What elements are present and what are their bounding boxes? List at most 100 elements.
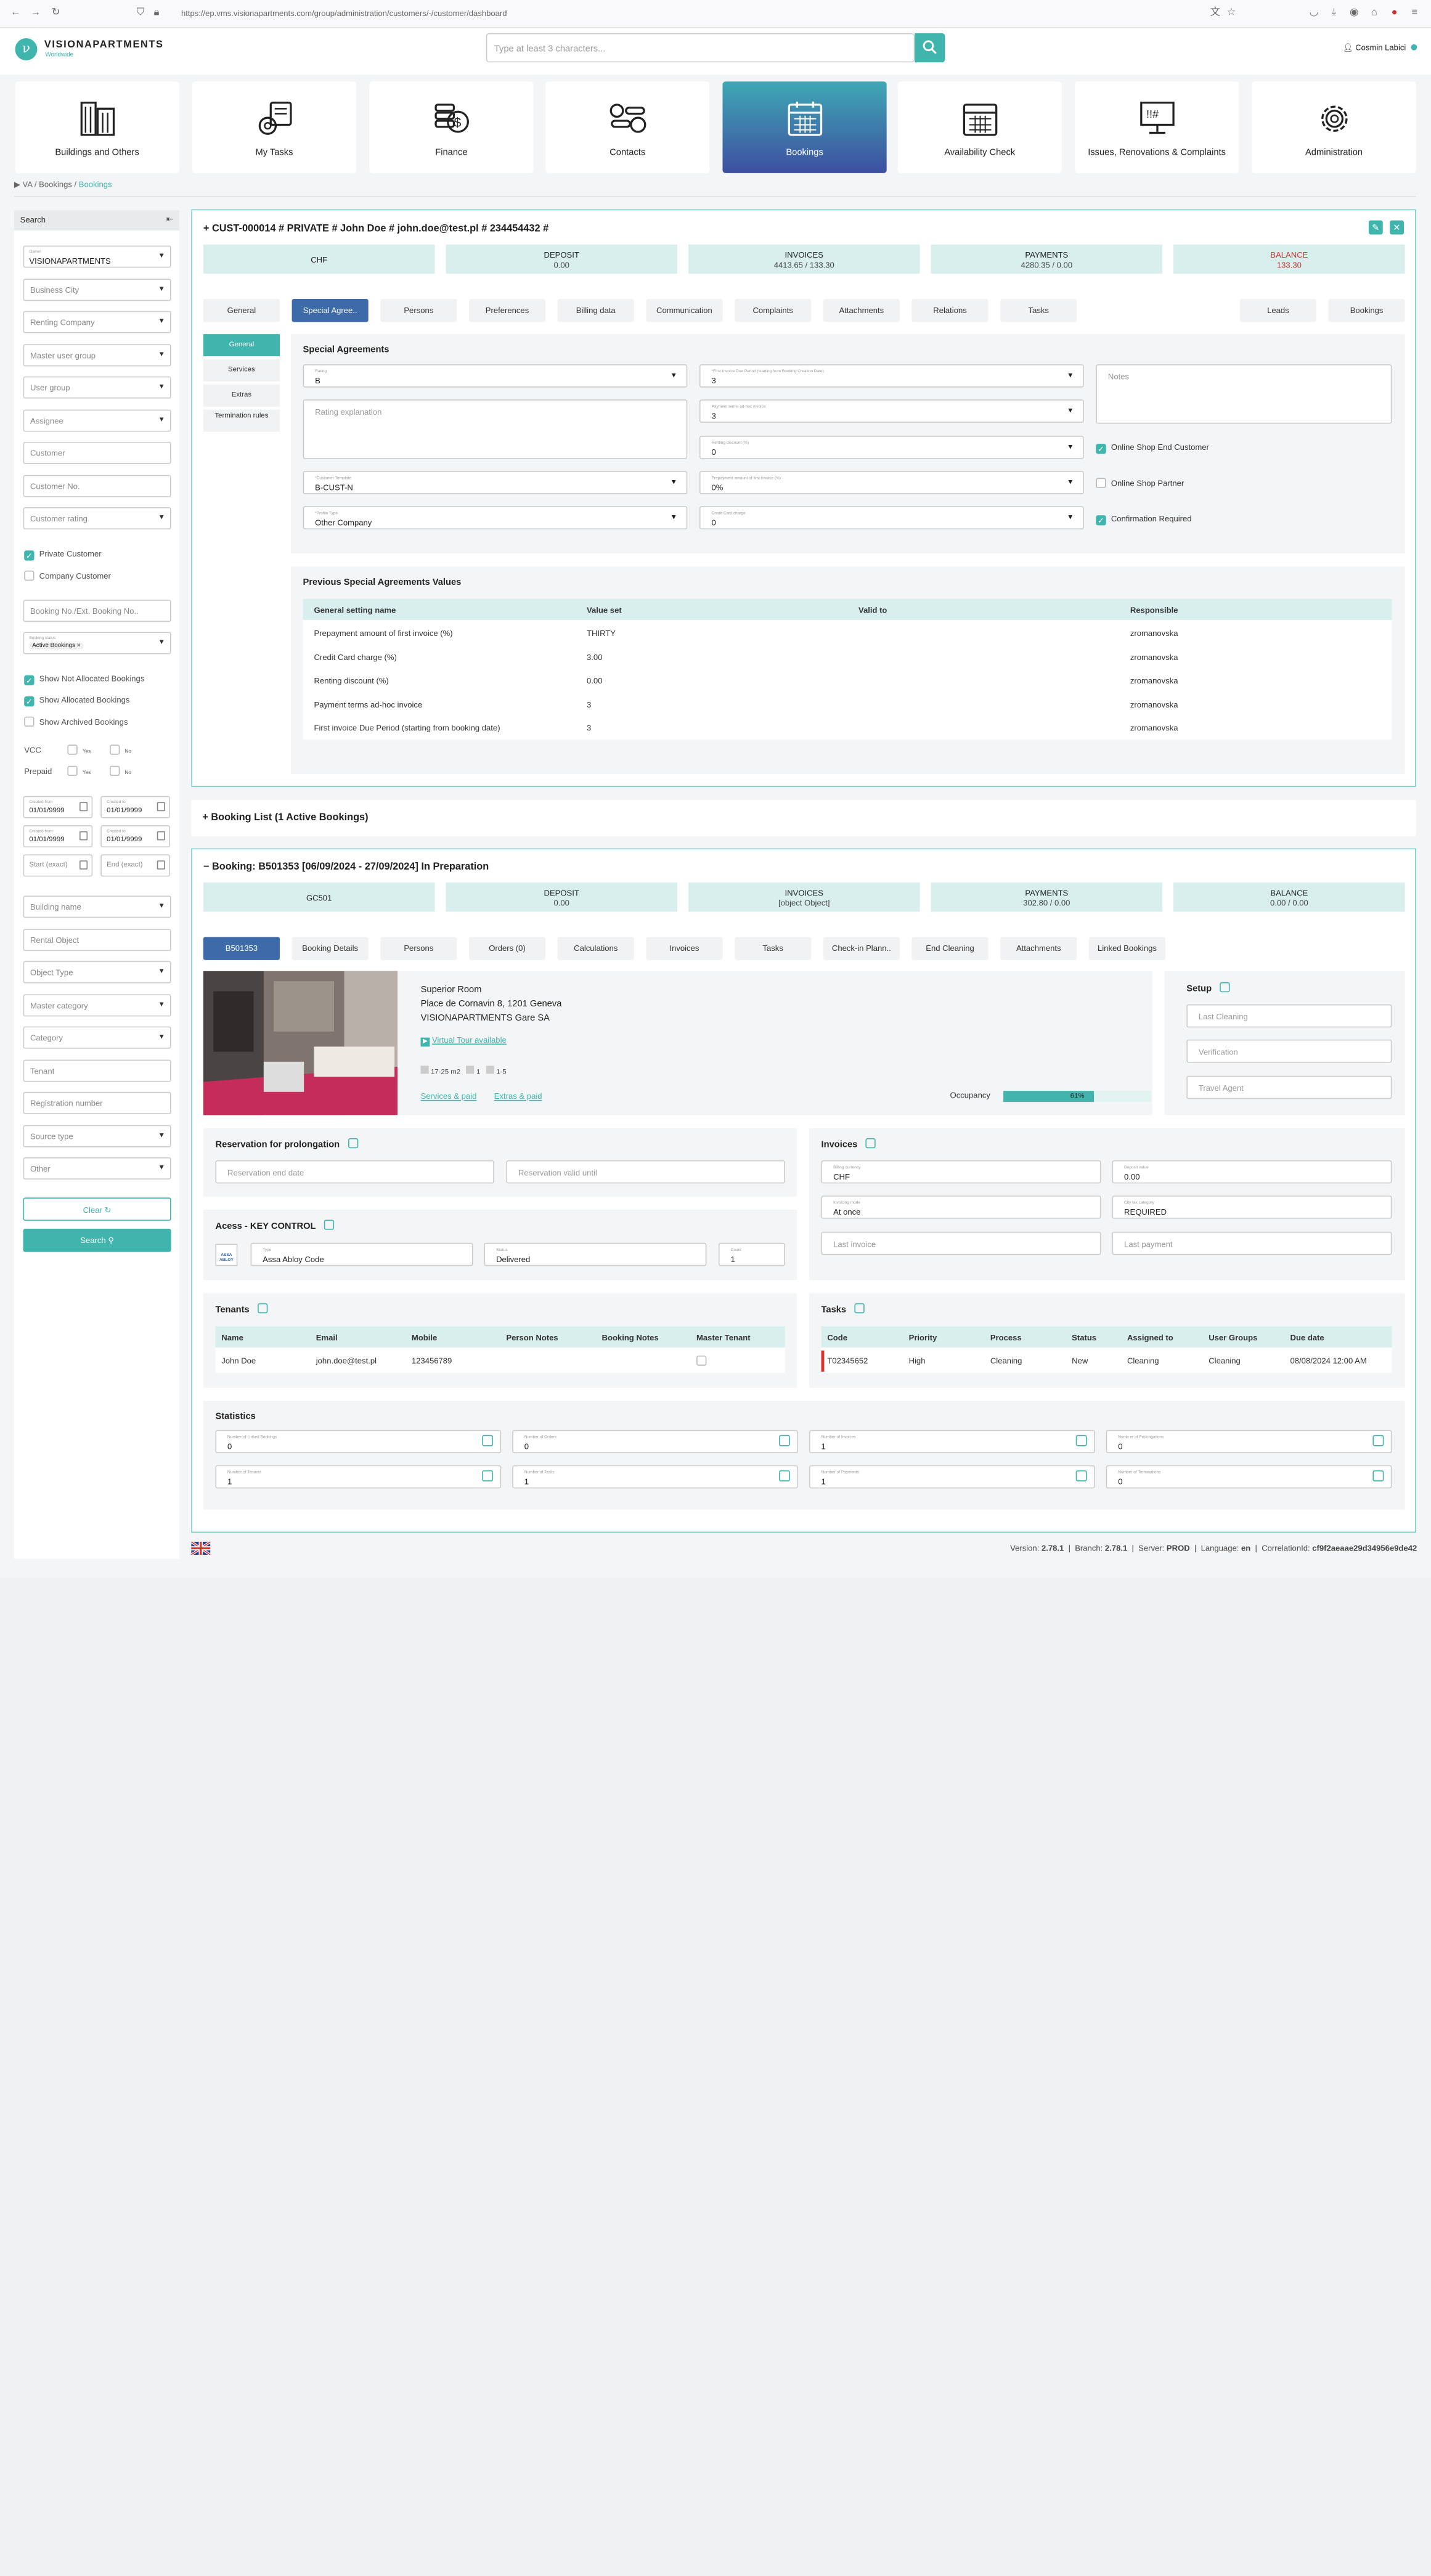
stat-prolongations[interactable]: Numb er of Prolongations 0: [1106, 1430, 1392, 1454]
booking-list-panel[interactable]: + Booking List (1 Active Bookings): [191, 800, 1416, 837]
show-archived-checkbox[interactable]: Show Archived Bookings: [24, 716, 128, 727]
online-shop-partner-checkbox[interactable]: Online Shop Partner: [1096, 478, 1184, 489]
credit-card-charge-select[interactable]: Credit Card charge 0 ▼: [699, 506, 1084, 529]
rating-select[interactable]: Rating B ▼: [303, 364, 688, 388]
master-user-group-select[interactable]: Master user group ▼: [23, 344, 171, 367]
tab-attachments[interactable]: Attachments: [823, 299, 900, 322]
city-tax-category-input[interactable]: City tax category REQUIRED: [1112, 1196, 1392, 1219]
assignee-select[interactable]: Assignee ▼: [23, 409, 171, 432]
virtual-tour-link[interactable]: ▶ Virtual Tour available: [420, 1035, 507, 1047]
tile-my-tasks[interactable]: My Tasks: [192, 81, 357, 173]
reservation-valid-until-input[interactable]: Reservation valid until: [506, 1160, 785, 1184]
calendar-icon[interactable]: [157, 860, 165, 870]
stat-tasks[interactable]: Number of Tasks 1: [512, 1465, 798, 1489]
tab-end-cleaning[interactable]: End Cleaning: [911, 937, 989, 960]
object-type-select[interactable]: Object Type ▼: [23, 961, 171, 984]
tile-availability-check[interactable]: Availability Check: [897, 81, 1062, 173]
payment-terms-select[interactable]: Payment terms ad-hoc invoice 3 ▼: [699, 399, 1084, 423]
renting-company-select[interactable]: Renting Company ▼: [23, 311, 171, 333]
external-link-icon[interactable]: [348, 1138, 358, 1149]
invoicing-mode-input[interactable]: Invoicing mode At once: [821, 1196, 1101, 1219]
tile-administration[interactable]: Administration: [1252, 81, 1416, 173]
master-tenant-checkbox[interactable]: [696, 1355, 707, 1366]
external-link-icon[interactable]: [1075, 1470, 1087, 1482]
address-bar[interactable]: https://ep.vms.visionapartments.com/grou…: [181, 9, 507, 18]
prepaid-no-checkbox[interactable]: No: [109, 765, 131, 776]
external-link-icon[interactable]: [854, 1303, 865, 1314]
customer-no-input[interactable]: Customer No.: [23, 475, 171, 497]
stat-payments[interactable]: Number of Payments 1: [809, 1465, 1095, 1489]
tile-finance[interactable]: $ Finance: [369, 81, 534, 173]
subnav-extras[interactable]: Extras: [203, 384, 280, 407]
external-link-icon[interactable]: [778, 1470, 790, 1482]
show-not-allocated-checkbox[interactable]: ✓ Show Not Allocated Bookings: [24, 674, 144, 686]
stat-terminations[interactable]: Number of Terminations 0: [1106, 1465, 1392, 1489]
tab-linked-bookings[interactable]: Linked Bookings: [1088, 937, 1166, 960]
collapse-sidebar-icon[interactable]: ⇤: [166, 214, 173, 224]
tile-bookings[interactable]: Bookings: [722, 81, 887, 173]
customer-rating-select[interactable]: Customer rating ▼: [23, 507, 171, 529]
private-customer-checkbox[interactable]: ✓ Private Customer: [24, 550, 102, 561]
stat-linked-bookings[interactable]: Number of Linked Bookings 0: [215, 1430, 502, 1454]
prepaid-yes-checkbox[interactable]: Yes: [67, 765, 91, 776]
registration-number-input[interactable]: Registration number: [23, 1091, 171, 1114]
tab-booking-details[interactable]: Booking Details: [292, 937, 369, 960]
extensions-icon[interactable]: ⌂: [1369, 7, 1380, 18]
tab-bookings[interactable]: Bookings: [1328, 299, 1405, 322]
tile-buildings[interactable]: Buildings and Others: [15, 81, 179, 173]
notes-textarea[interactable]: Notes: [1096, 364, 1392, 424]
tab-orders[interactable]: Orders (0): [468, 937, 546, 960]
external-link-icon[interactable]: [1220, 982, 1230, 993]
last-cleaning-input[interactable]: Last Cleaning: [1186, 1004, 1392, 1028]
profile-type-select[interactable]: *Profile Type Other Company ▼: [303, 506, 688, 529]
online-shop-end-customer-checkbox[interactable]: ✓ Online Shop End Customer: [1096, 443, 1209, 454]
clear-button[interactable]: Clear ↻: [23, 1197, 171, 1221]
calendar-icon[interactable]: [157, 802, 165, 812]
translate-icon[interactable]: 文: [1210, 7, 1221, 18]
billing-currency-input[interactable]: Billing currency CHF: [821, 1160, 1101, 1184]
user-group-select[interactable]: User group ▼: [23, 376, 171, 399]
master-category-select[interactable]: Master category ▼: [23, 994, 171, 1017]
tab-leads[interactable]: Leads: [1239, 299, 1316, 322]
subnav-termination-rules[interactable]: Termination rules: [203, 409, 280, 432]
calendar-icon[interactable]: [157, 831, 165, 841]
tab-booking-id[interactable]: B501353: [203, 937, 280, 960]
customer-template-select[interactable]: *Customer Template B-CUST-N ▼: [303, 471, 688, 494]
stat-orders[interactable]: Number of Orders 0: [512, 1430, 798, 1454]
user-menu[interactable]: 👤︎ Cosmin Labici: [1343, 43, 1417, 52]
global-search-button[interactable]: [915, 33, 945, 63]
external-link-icon[interactable]: [1372, 1435, 1384, 1446]
forward-icon[interactable]: →: [30, 7, 41, 18]
source-type-select[interactable]: Source type ▼: [23, 1125, 171, 1147]
booking-title[interactable]: − Booking: B501353 [06/09/2024 - 27/09/2…: [203, 862, 489, 873]
tab-attachments[interactable]: Attachments: [1000, 937, 1077, 960]
start-exact-date[interactable]: Start (exact): [23, 854, 93, 877]
external-link-icon[interactable]: [324, 1220, 334, 1230]
rating-explanation-textarea[interactable]: Rating explanation: [303, 399, 688, 459]
download-icon[interactable]: ⤓: [1329, 7, 1340, 18]
breadcrumb-path[interactable]: VA / Bookings /: [23, 180, 79, 189]
tab-special-agreements[interactable]: Special Agree..: [292, 299, 369, 322]
tile-contacts[interactable]: Contacts: [545, 81, 710, 173]
verification-input[interactable]: Verification: [1186, 1039, 1392, 1063]
calendar-icon[interactable]: [80, 802, 88, 812]
tab-relations[interactable]: Relations: [911, 299, 989, 322]
tab-general[interactable]: General: [203, 299, 280, 322]
uk-flag-icon[interactable]: [191, 1541, 211, 1555]
created-to-date[interactable]: Created to 01/01/9999: [100, 796, 170, 818]
deposit-value-input[interactable]: Deposit value 0.00: [1112, 1160, 1392, 1184]
brand-logo-icon[interactable]: ν: [15, 38, 38, 60]
calendar-icon[interactable]: [80, 831, 88, 841]
external-link-icon[interactable]: [1372, 1470, 1384, 1482]
tab-tasks[interactable]: Tasks: [1000, 299, 1077, 322]
reload-icon[interactable]: ↻: [51, 7, 62, 18]
subnav-general[interactable]: General: [203, 334, 280, 357]
bookmark-star-icon[interactable]: ☆: [1226, 7, 1237, 18]
tenant-input[interactable]: Tenant: [23, 1059, 171, 1082]
reservation-end-date-input[interactable]: Reservation end date: [215, 1160, 494, 1184]
prepayment-amount-select[interactable]: Prepayment amount of first invoice (%) 0%…: [699, 471, 1084, 494]
extension-badge-icon[interactable]: ●: [1389, 7, 1400, 18]
services-link[interactable]: Services & paid: [421, 1092, 477, 1101]
created-from-date[interactable]: Created from 01/01/9999: [23, 796, 93, 818]
tab-preferences[interactable]: Preferences: [468, 299, 546, 322]
